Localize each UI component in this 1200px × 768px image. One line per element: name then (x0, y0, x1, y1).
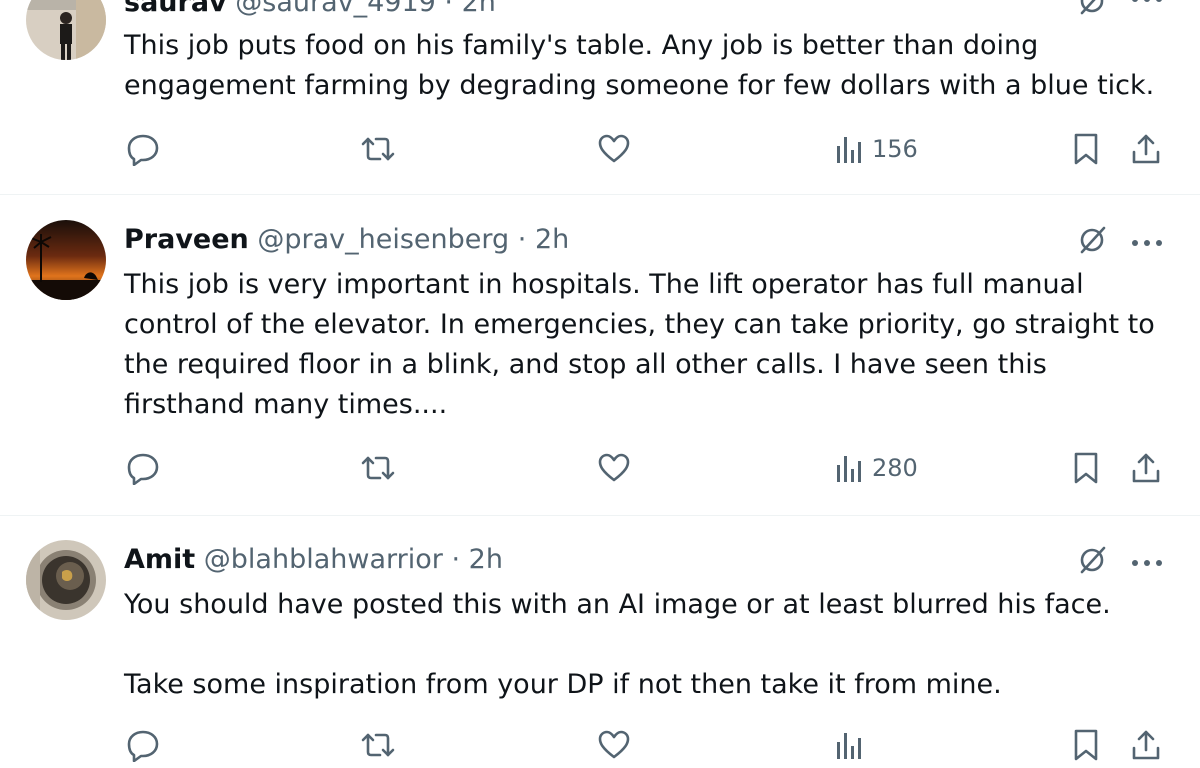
views-count: 280 (872, 454, 918, 482)
reply-button[interactable] (126, 728, 160, 762)
grok-icon[interactable] (1076, 0, 1110, 22)
tweet[interactable]: saurav @saurav_4919 · 2h This job puts f… (0, 0, 1200, 194)
grok-icon[interactable] (1076, 543, 1110, 581)
share-button[interactable] (1130, 451, 1162, 485)
tweet-paragraph: You should have posted this with an AI i… (124, 589, 1111, 620)
tweet-actions: 156 (0, 132, 1200, 172)
retweet-icon (361, 733, 395, 757)
bookmark-icon (1074, 133, 1098, 165)
bookmark-button[interactable] (1072, 132, 1100, 166)
separator-dot: · (517, 224, 527, 255)
tweet-text: You should have posted this with an AI i… (124, 585, 1174, 705)
views-button[interactable]: 156 (834, 132, 918, 166)
reply-icon (127, 453, 159, 485)
user-handle[interactable]: @prav_heisenberg (257, 224, 509, 255)
grok-icon[interactable] (1076, 223, 1110, 261)
like-button[interactable] (597, 451, 631, 485)
tweet-paragraph: This job puts food on his family's table… (124, 30, 1155, 101)
user-handle[interactable]: @saurav_4919 (235, 0, 436, 18)
bookmark-icon (1074, 729, 1098, 761)
display-name[interactable]: Amit (124, 544, 195, 575)
timestamp[interactable]: 2h (462, 0, 496, 18)
like-button[interactable] (597, 132, 631, 166)
separator-dot: · (444, 0, 453, 18)
like-icon (598, 730, 630, 759)
tweet-text: This job puts food on his family's table… (124, 26, 1174, 106)
like-button[interactable] (597, 728, 631, 762)
avatar[interactable] (26, 220, 106, 300)
views-icon (837, 733, 861, 759)
views-count: 156 (872, 135, 918, 163)
reply-icon (127, 134, 159, 166)
display-name[interactable]: Praveen (124, 224, 249, 255)
views-icon (837, 456, 861, 482)
more-options-icon[interactable] (1130, 0, 1164, 9)
user-handle[interactable]: @blahblahwarrior (204, 544, 443, 575)
retweet-button[interactable] (360, 728, 396, 762)
views-button[interactable] (834, 728, 864, 762)
display-name[interactable]: saurav (124, 0, 227, 18)
share-button[interactable] (1130, 132, 1162, 166)
more-options-icon[interactable] (1130, 234, 1164, 253)
views-button[interactable]: 280 (834, 451, 918, 485)
reply-button[interactable] (126, 132, 160, 166)
more-options-icon[interactable] (1130, 554, 1164, 573)
reply-icon (127, 730, 159, 762)
views-icon (837, 137, 861, 163)
timestamp[interactable]: 2h (469, 544, 503, 575)
tweet-paragraph: This job is very important in hospitals.… (124, 269, 1155, 420)
bookmark-button[interactable] (1072, 451, 1100, 485)
tweet[interactable]: Amit @blahblahwarrior · 2h You should ha… (0, 516, 1200, 762)
avatar[interactable] (26, 0, 106, 60)
timestamp[interactable]: 2h (535, 224, 569, 255)
share-icon (1132, 134, 1160, 164)
like-icon (598, 453, 630, 482)
retweet-icon (361, 137, 395, 161)
share-icon (1132, 730, 1160, 760)
tweet[interactable]: Praveen @prav_heisenberg · 2h This job i… (0, 195, 1200, 515)
tweet-text: This job is very important in hospitals.… (124, 265, 1174, 425)
retweet-icon (361, 456, 395, 480)
tweet-paragraph: Take some inspiration from your DP if no… (124, 669, 1002, 700)
tweet-actions (0, 728, 1200, 768)
tweet-actions: 280 (0, 451, 1200, 491)
share-icon (1132, 453, 1160, 483)
separator-dot: · (451, 544, 461, 575)
share-button[interactable] (1130, 728, 1162, 762)
reply-button[interactable] (126, 451, 160, 485)
bookmark-icon (1074, 452, 1098, 484)
retweet-button[interactable] (360, 451, 396, 485)
bookmark-button[interactable] (1072, 728, 1100, 762)
like-icon (598, 134, 630, 163)
retweet-button[interactable] (360, 132, 396, 166)
avatar[interactable] (26, 540, 106, 620)
